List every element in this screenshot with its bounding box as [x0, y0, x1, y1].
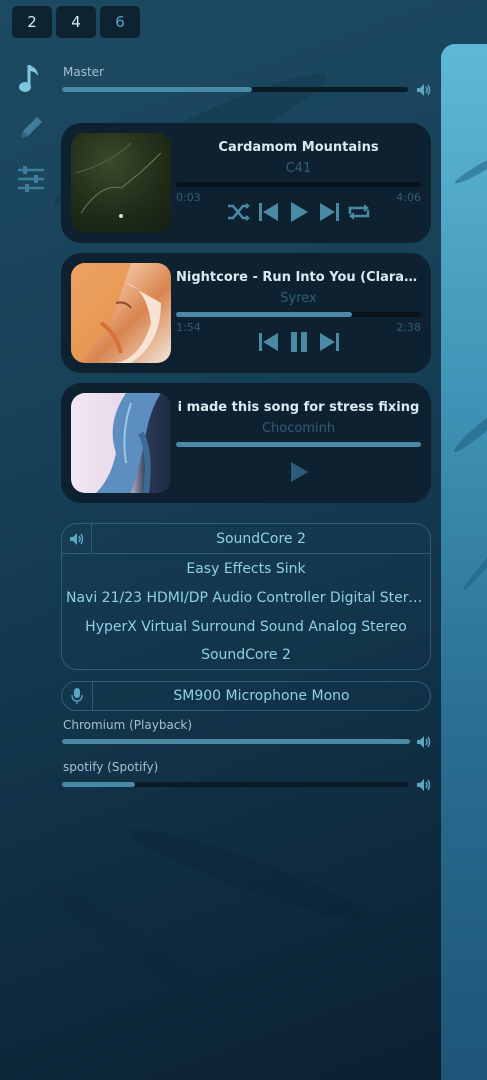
workspace-button-4[interactable]: 4 — [56, 6, 96, 38]
output-device-option[interactable]: Navi 21/23 HDMI/DP Audio Controller Digi… — [66, 584, 426, 613]
speaker-icon[interactable] — [416, 82, 432, 98]
track-title: Nightcore - Run Into You (Clara Mae... — [176, 270, 421, 285]
speaker-icon[interactable] — [416, 777, 432, 793]
progress-bar[interactable] — [176, 442, 421, 447]
stream-label: spotify (Spotify) — [63, 760, 159, 774]
stream-label: Chromium (Playback) — [63, 718, 193, 732]
progress-bar[interactable] — [176, 182, 421, 187]
progress-bar[interactable] — [176, 312, 421, 317]
master-volume-fill — [62, 87, 253, 92]
next-icon[interactable] — [316, 329, 342, 355]
speaker-icon — [62, 524, 92, 554]
track-artist: Syrex — [280, 291, 317, 306]
progress-fill — [176, 312, 353, 317]
sliders-icon[interactable] — [16, 164, 46, 194]
output-device-selector: SoundCore 2 Easy Effects Sink Navi 21/23… — [61, 523, 431, 670]
output-device-header[interactable]: SoundCore 2 — [62, 524, 430, 554]
album-art — [71, 133, 171, 233]
track-title: Cardamom Mountains — [218, 140, 379, 155]
adjacent-window-edge — [441, 44, 487, 1080]
input-device-selector[interactable]: SM900 Microphone Mono — [61, 681, 431, 711]
pause-icon[interactable] — [286, 329, 312, 355]
master-label: Master — [63, 65, 104, 79]
microphone-icon — [62, 682, 93, 710]
output-device-option[interactable]: HyperX Virtual Surround Sound Analog Ste… — [66, 613, 426, 642]
stream-volume-slider[interactable] — [62, 782, 408, 787]
previous-icon[interactable] — [256, 329, 282, 355]
stream-volume-fill — [62, 739, 410, 744]
selected-input-device: SM900 Microphone Mono — [173, 688, 350, 704]
stream-volume-fill — [62, 782, 135, 787]
music-note-icon[interactable] — [16, 62, 46, 92]
shuffle-icon[interactable] — [226, 199, 252, 225]
master-volume-slider[interactable] — [62, 87, 408, 92]
progress-fill — [176, 442, 421, 447]
workspace-button-2[interactable]: 2 — [12, 6, 52, 38]
play-icon[interactable] — [286, 459, 312, 485]
media-player-card: Cardamom Mountains C41 0:03 4:06 — [61, 123, 431, 243]
speaker-icon[interactable] — [416, 734, 432, 750]
output-device-option[interactable]: Easy Effects Sink — [66, 555, 426, 584]
track-title: i made this song for stress fixing — [177, 400, 420, 415]
album-art — [71, 263, 171, 363]
selected-output-device: SoundCore 2 — [216, 531, 306, 547]
previous-icon[interactable] — [256, 199, 282, 225]
pencil-icon[interactable] — [16, 113, 46, 143]
album-art — [71, 393, 171, 493]
output-device-option[interactable]: SoundCore 2 — [66, 641, 426, 670]
play-icon[interactable] — [286, 199, 312, 225]
workspace-button-6[interactable]: 6 — [100, 6, 140, 38]
next-icon[interactable] — [316, 199, 342, 225]
repeat-icon[interactable] — [346, 199, 372, 225]
media-player-card: i made this song for stress fixing Choco… — [61, 383, 431, 503]
media-player-card: Nightcore - Run Into You (Clara Mae... S… — [61, 253, 431, 373]
workspace-bar: 2 4 6 — [12, 6, 140, 38]
track-artist: C41 — [285, 161, 312, 176]
track-artist: Chocominh — [261, 421, 336, 436]
stream-volume-slider[interactable] — [62, 739, 410, 744]
